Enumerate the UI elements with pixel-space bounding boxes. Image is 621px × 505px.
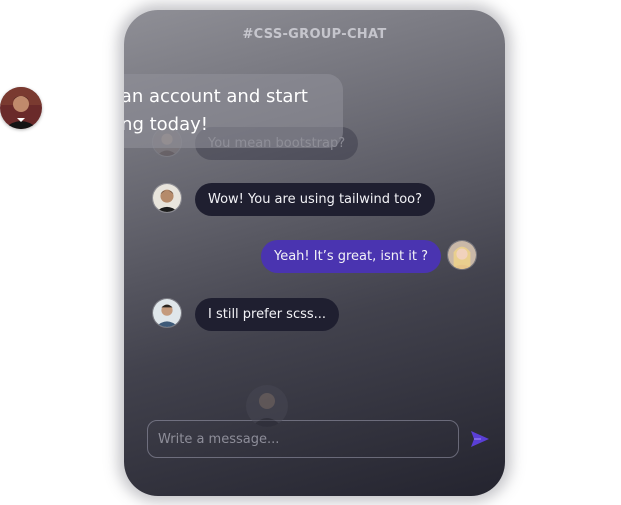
- onboarding-line-2: ting today!: [124, 114, 209, 135]
- message-avatar: [447, 240, 477, 270]
- message-bubble: Yeah! It’s great, isnt it ?: [261, 240, 441, 273]
- user-avatar[interactable]: [0, 87, 42, 129]
- message-input[interactable]: [147, 420, 459, 458]
- onboarding-text: e an account and start ting today!: [124, 83, 343, 139]
- message-avatar: [152, 298, 182, 328]
- onboarding-card: e an account and start ting today!: [124, 74, 343, 148]
- chat-title: #CSS-GROUP-CHAT: [242, 27, 387, 42]
- onboarding-line-1: e an account and start: [124, 86, 308, 107]
- message-avatar: [152, 183, 182, 213]
- page: #CSS-GROUP-CHAT You mean bootstrap? Wow!…: [0, 0, 621, 505]
- ghost-avatar: [246, 385, 288, 427]
- message-bubble: I still prefer scss...: [195, 298, 340, 331]
- message-bubble: Wow! You are using tailwind too?: [195, 183, 436, 216]
- send-icon[interactable]: [469, 428, 491, 450]
